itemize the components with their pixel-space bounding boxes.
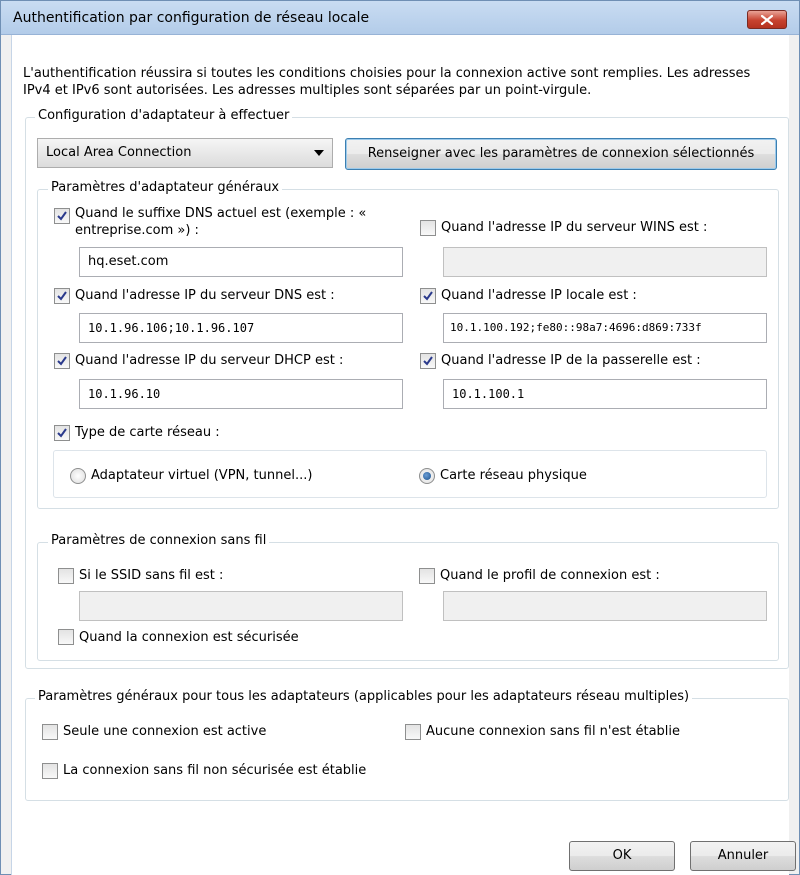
- all-adapters-title: Paramètres généraux pour tous les adapta…: [35, 689, 693, 704]
- check-icon: [57, 356, 67, 366]
- radio-virtual-label: Adaptateur virtuel (VPN, tunnel...): [91, 468, 313, 483]
- wins-checkbox[interactable]: [420, 220, 436, 236]
- ssid-label: Si le SSID sans fil est :: [79, 568, 224, 583]
- radio-physical-label: Carte réseau physique: [440, 468, 587, 483]
- wireless-title: Paramètres de connexion sans fil: [48, 533, 270, 548]
- check-icon: [57, 291, 67, 301]
- adapter-config-title: Configuration d'adaptateur à effectuer: [35, 108, 293, 123]
- unsecured-wireless-label: La connexion sans fil non sécurisée est …: [63, 763, 367, 778]
- cancel-button[interactable]: Annuler: [690, 841, 796, 871]
- check-icon: [57, 428, 67, 438]
- dns-suffix-checkbox[interactable]: [54, 208, 70, 224]
- local-ip-label: Quand l'adresse IP locale est :: [441, 288, 637, 303]
- dns-server-label: Quand l'adresse IP du serveur DNS est :: [75, 288, 335, 303]
- intro-text: L'authentification réussira si toutes le…: [23, 66, 751, 98]
- radio-selected-dot: [423, 472, 431, 480]
- wins-label: Quand l'adresse IP du serveur WINS est :: [441, 220, 708, 235]
- secured-checkbox[interactable]: [58, 629, 74, 645]
- profile-input[interactable]: [443, 591, 767, 621]
- dns-server-checkbox[interactable]: [54, 288, 70, 304]
- profile-label: Quand le profil de connexion est :: [440, 568, 660, 583]
- dns-server-input[interactable]: 10.1.96.106;10.1.96.107: [79, 313, 403, 343]
- dhcp-checkbox[interactable]: [54, 353, 70, 369]
- no-wireless-label: Aucune connexion sans fil n'est établie: [426, 724, 681, 739]
- adapter-select[interactable]: Local Area Connection: [37, 138, 333, 168]
- radio-virtual-adapter[interactable]: [70, 468, 86, 484]
- adapter-select-value: Local Area Connection: [46, 145, 192, 160]
- adapter-type-checkbox[interactable]: [54, 425, 70, 441]
- dhcp-input[interactable]: 10.1.96.10: [79, 379, 403, 409]
- one-active-checkbox[interactable]: [42, 724, 58, 740]
- wins-input[interactable]: [443, 247, 767, 277]
- profile-checkbox[interactable]: [419, 568, 435, 584]
- secured-label: Quand la connexion est sécurisée: [79, 630, 299, 645]
- gateway-label: Quand l'adresse IP de la passerelle est …: [441, 353, 701, 368]
- radio-physical-adapter[interactable]: [419, 468, 435, 484]
- dialog-window: Authentification par configuration de ré…: [0, 0, 800, 875]
- window-title: Authentification par configuration de ré…: [13, 10, 370, 26]
- local-ip-input[interactable]: 10.1.100.192;fe80::98a7:4696:d869:733f: [443, 313, 767, 343]
- check-icon: [423, 356, 433, 366]
- all-adapters-group: [25, 698, 789, 801]
- chevron-down-icon: [314, 150, 324, 156]
- no-wireless-checkbox[interactable]: [405, 724, 421, 740]
- general-params-title: Paramètres d'adaptateur généraux: [48, 180, 283, 195]
- gateway-input[interactable]: 10.1.100.1: [443, 379, 767, 409]
- one-active-label: Seule une connexion est active: [63, 724, 267, 739]
- close-button[interactable]: [747, 10, 787, 29]
- close-icon: [761, 15, 773, 25]
- title-bar[interactable]: Authentification par configuration de ré…: [1, 1, 799, 35]
- dns-suffix-input[interactable]: hq.eset.com: [79, 247, 403, 277]
- ssid-input[interactable]: [79, 591, 403, 621]
- ok-button[interactable]: OK: [569, 841, 675, 871]
- fill-from-connection-button[interactable]: Renseigner avec les paramètres de connex…: [345, 138, 777, 170]
- ssid-checkbox[interactable]: [58, 568, 74, 584]
- gateway-checkbox[interactable]: [420, 353, 436, 369]
- dns-suffix-label: Quand le suffixe DNS actuel est (exemple…: [75, 206, 367, 238]
- dhcp-label: Quand l'adresse IP du serveur DHCP est :: [75, 353, 344, 368]
- check-icon: [423, 291, 433, 301]
- unsecured-wireless-checkbox[interactable]: [42, 763, 58, 779]
- local-ip-checkbox[interactable]: [420, 288, 436, 304]
- check-icon: [57, 211, 67, 221]
- adapter-type-label: Type de carte réseau :: [75, 425, 220, 440]
